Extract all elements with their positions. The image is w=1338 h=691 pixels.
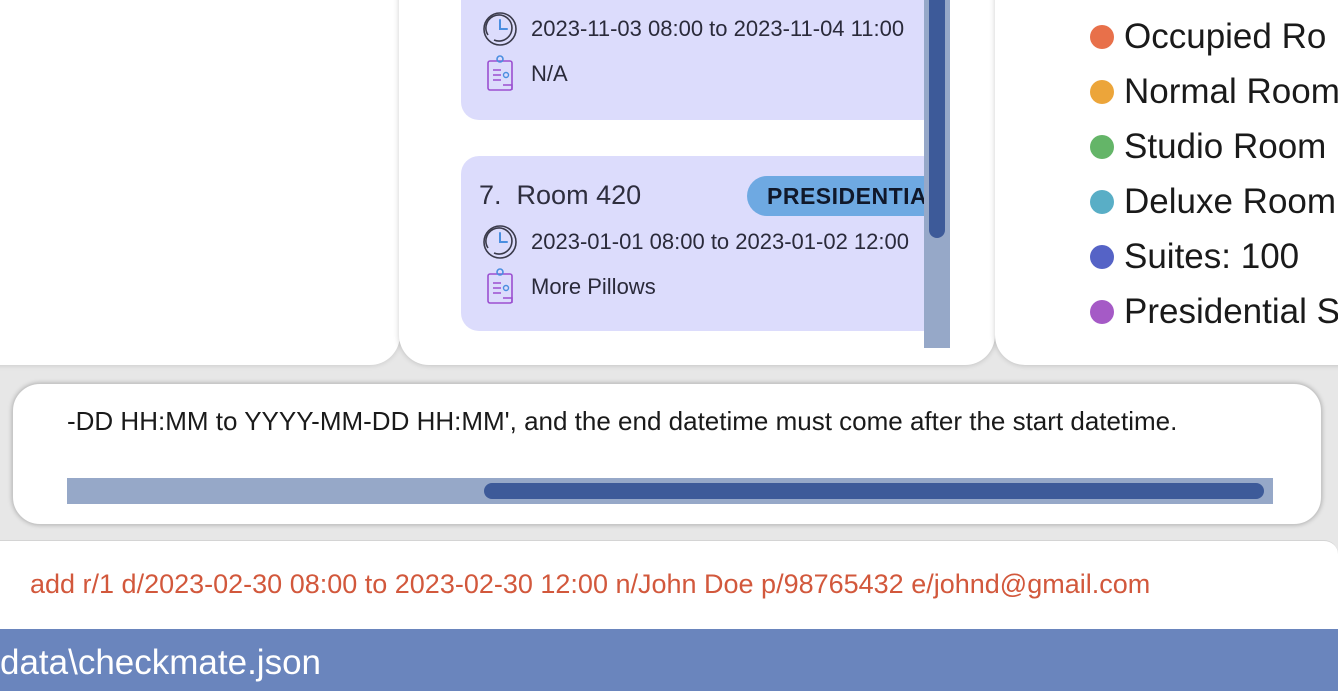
command-box (0, 540, 1338, 632)
clipboard-icon (481, 268, 519, 306)
legend-item-presidential: Presidential S (1090, 292, 1338, 332)
legend-label: Studio Room (1124, 127, 1327, 166)
clipboard-icon (481, 55, 519, 93)
booking-remark: More Pillows (531, 274, 656, 299)
horizontal-scrollbar-thumb[interactable] (484, 483, 1264, 499)
command-input[interactable] (30, 569, 1320, 600)
result-message: -DD HH:MM to YYYY-MM-DD HH:MM', and the … (67, 406, 1178, 436)
legend-item-suites: Suites: 100 (1090, 237, 1299, 277)
legend-dot (1090, 80, 1114, 104)
room-list-panel[interactable]: 2023-11-03 08:00 to 2023-11-04 11:00 N/A… (399, 0, 995, 365)
remark-row: More Pillows (481, 268, 656, 306)
room-card[interactable]: 7. Room 420 PRESIDENTIAL 2023-01-01 08:0… (461, 156, 941, 331)
legend-label: Normal Room (1124, 72, 1338, 111)
data-file-path: data\checkmate.json (0, 643, 322, 682)
vertical-scrollbar-thumb[interactable] (929, 0, 945, 238)
legend-dot (1090, 300, 1114, 324)
legend-item-deluxe: Deluxe Room (1090, 182, 1336, 222)
room-legend-panel: Occupied Ro Normal Room Studio Room Delu… (995, 0, 1338, 365)
left-panel (0, 0, 400, 365)
room-type-pill: PRESIDENTIAL (747, 176, 941, 216)
remark-row: N/A (481, 55, 568, 93)
legend-dot (1090, 190, 1114, 214)
legend-label: Deluxe Room (1124, 182, 1337, 221)
clock-icon (481, 10, 519, 48)
booking-datetime: 2023-11-03 08:00 to 2023-11-04 11:00 (531, 16, 905, 41)
legend-label: Occupied Ro (1124, 17, 1327, 56)
legend-dot (1090, 135, 1114, 159)
legend-item-occupied: Occupied Ro (1090, 17, 1326, 57)
datetime-row: 2023-11-03 08:00 to 2023-11-04 11:00 (481, 10, 904, 48)
legend-item-normal: Normal Room (1090, 72, 1338, 112)
booking-datetime: 2023-01-01 08:00 to 2023-01-02 12:00 (531, 229, 909, 254)
room-card[interactable]: 2023-11-03 08:00 to 2023-11-04 11:00 N/A (461, 0, 941, 120)
result-display[interactable]: -DD HH:MM to YYYY-MM-DD HH:MM', and the … (12, 383, 1322, 525)
legend-item-studio: Studio Room (1090, 127, 1326, 167)
legend-label: Suites: 100 (1124, 237, 1300, 276)
legend-label: Presidential S (1124, 292, 1338, 331)
booking-remark: N/A (531, 61, 568, 86)
datetime-row: 2023-01-01 08:00 to 2023-01-02 12:00 (481, 223, 909, 261)
room-index: 7. (479, 180, 502, 210)
legend-dot (1090, 245, 1114, 269)
room-number: Room 420 (516, 180, 642, 210)
status-bar: data\checkmate.json (0, 629, 1338, 691)
room-title: 7. Room 420 (479, 180, 641, 211)
result-message-container: -DD HH:MM to YYYY-MM-DD HH:MM', and the … (67, 406, 1273, 437)
clock-icon (481, 223, 519, 261)
legend-dot (1090, 25, 1114, 49)
